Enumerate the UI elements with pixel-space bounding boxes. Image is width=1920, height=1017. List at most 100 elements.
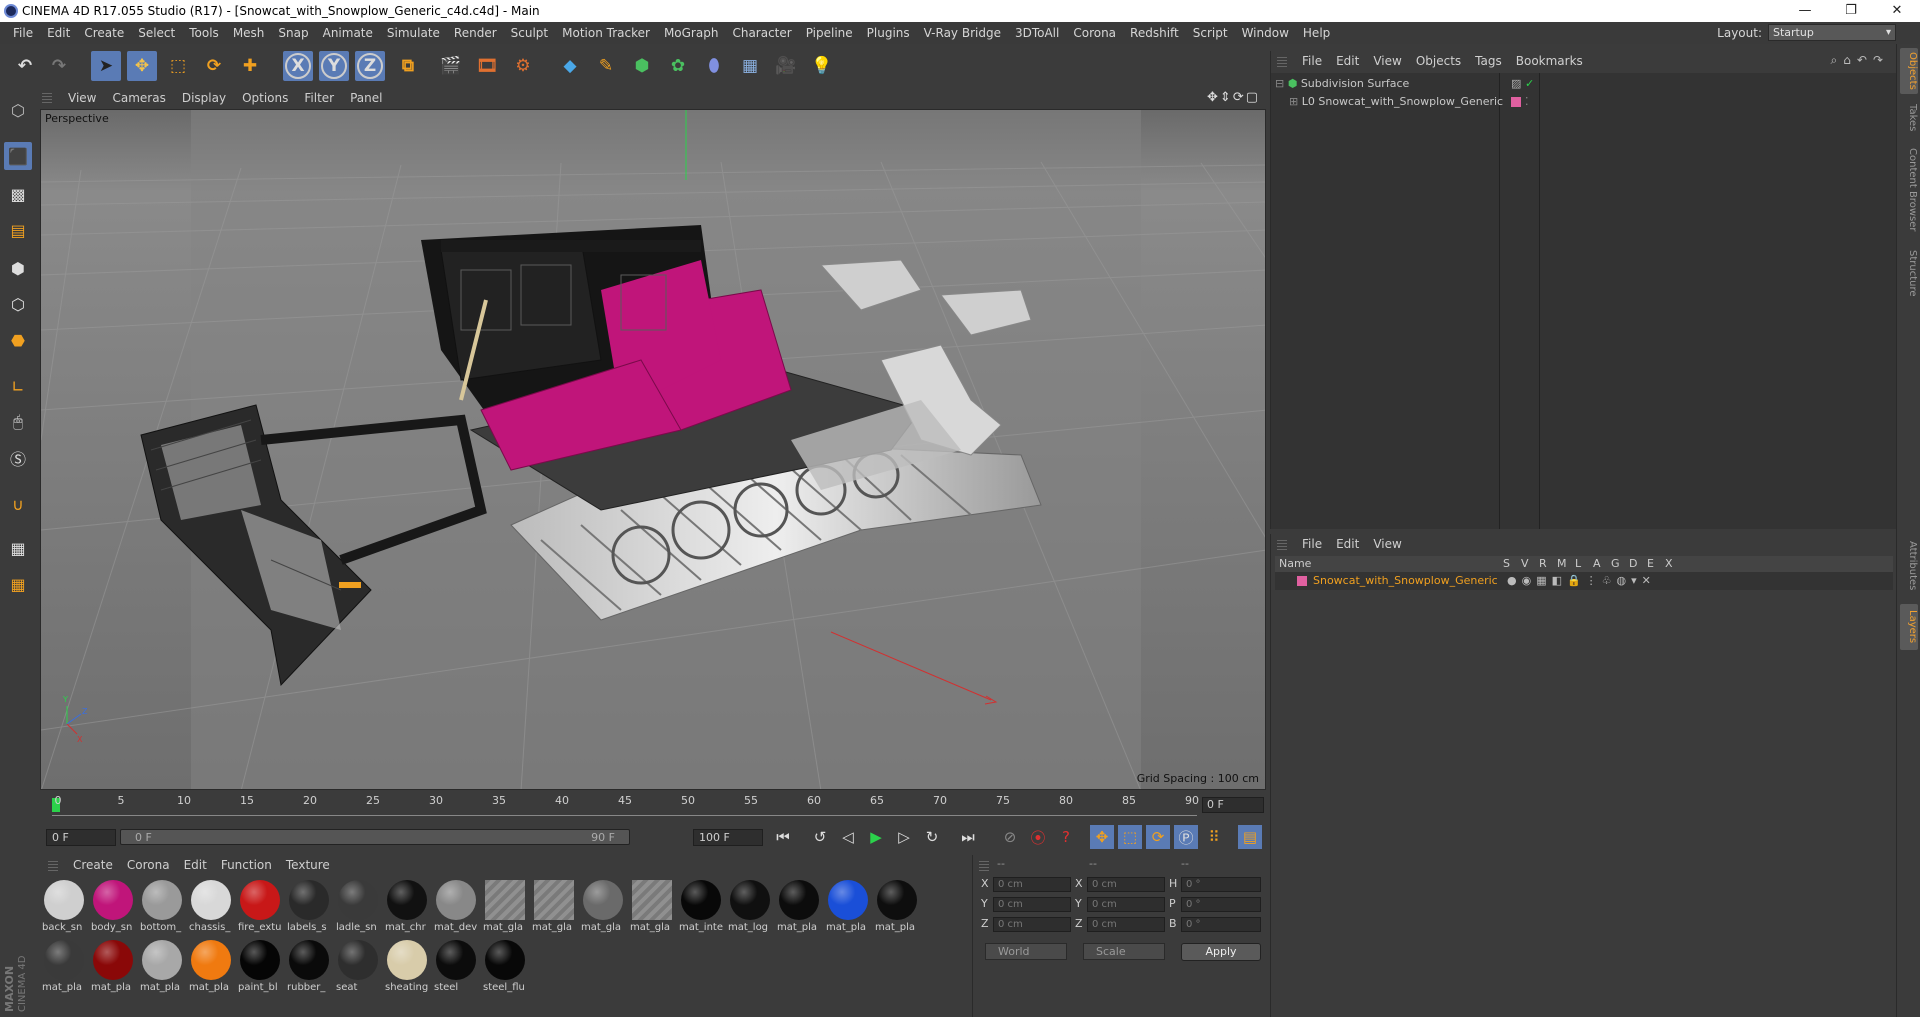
make-editable-icon[interactable]: ⬡ — [4, 96, 32, 124]
rotation-field[interactable]: 0 ° — [1181, 897, 1261, 912]
material-swatch[interactable]: paint_bl — [238, 938, 282, 998]
menu-file[interactable]: File — [6, 22, 40, 44]
material-swatch[interactable]: mat_gla — [630, 878, 674, 938]
menu-plugins[interactable]: Plugins — [860, 22, 917, 44]
tab-takes[interactable]: Takes — [1900, 100, 1918, 136]
material-swatch[interactable]: seat — [336, 938, 380, 998]
layer-column-header[interactable]: L — [1575, 556, 1581, 572]
coordinate-system-icon[interactable]: ⧉ — [393, 51, 423, 81]
material-menu-texture[interactable]: Texture — [279, 858, 337, 872]
render-view-icon[interactable]: 🎬 — [436, 51, 466, 81]
expand-icon[interactable]: ⊞ — [1289, 95, 1298, 108]
apply-button[interactable]: Apply — [1181, 943, 1261, 961]
layer-row[interactable]: Snowcat_with_Snowplow_Generic ●◉▦◧🔒⋮♧◍▾✕ — [1275, 572, 1893, 590]
menu-vray-bridge[interactable]: V-Ray Bridge — [917, 22, 1008, 44]
material-menu-corona[interactable]: Corona — [120, 858, 177, 872]
viewport-menu-panel[interactable]: Panel — [342, 91, 390, 105]
material-swatch[interactable]: mat_chr — [385, 878, 429, 938]
tab-attributes[interactable]: Attributes — [1900, 534, 1918, 598]
menu-character[interactable]: Character — [725, 22, 798, 44]
panel-grip-icon[interactable] — [42, 91, 52, 103]
material-swatch[interactable]: mat_pla — [91, 938, 135, 998]
layer-column-header[interactable]: G — [1611, 556, 1620, 572]
viewport-navigation-icons[interactable]: ✥⇕⟳▢ — [1207, 90, 1260, 105]
go-to-start-icon[interactable]: ⏮ — [771, 825, 795, 849]
position-key-icon[interactable]: ✥ — [1090, 825, 1114, 849]
layer-column-header[interactable]: X — [1665, 556, 1673, 572]
point-level-animation-icon[interactable]: ⠿ — [1202, 825, 1226, 849]
objects-menu-file[interactable]: File — [1295, 54, 1329, 68]
tab-objects[interactable]: Objects — [1900, 48, 1918, 94]
material-swatch[interactable]: bottom_ — [140, 878, 184, 938]
viewport-menu-cameras[interactable]: Cameras — [104, 91, 173, 105]
size-field[interactable]: 0 cm — [1087, 897, 1165, 912]
keyframe-selection-icon[interactable]: ? — [1054, 825, 1078, 849]
go-to-end-icon[interactable]: ⏭ — [956, 825, 980, 849]
light-icon[interactable]: 💡 — [807, 51, 837, 81]
render-settings-icon[interactable]: ⚙ — [508, 51, 538, 81]
workplane-lock-icon[interactable]: ▦ — [4, 534, 32, 562]
menu-script[interactable]: Script — [1186, 22, 1235, 44]
autokey-icon[interactable]: ⦿ — [1026, 825, 1050, 849]
tab-structure[interactable]: Structure — [1900, 244, 1918, 302]
menu-motion-tracker[interactable]: Motion Tracker — [555, 22, 657, 44]
timeline-window-icon[interactable]: ▤ — [1238, 825, 1262, 849]
mograph-cloner-icon[interactable]: ✿ — [663, 51, 693, 81]
layer-column-header[interactable]: A — [1593, 556, 1601, 572]
cube-primitive-icon[interactable]: ◆ — [555, 51, 585, 81]
close-button[interactable]: ✕ — [1874, 0, 1920, 22]
restore-button[interactable]: ❐ — [1828, 0, 1874, 22]
viewport-menu-options[interactable]: Options — [234, 91, 296, 105]
texture-mode-icon[interactable]: ▩ — [4, 180, 32, 208]
objects-menu-view[interactable]: View — [1366, 54, 1408, 68]
tab-layers[interactable]: Layers — [1900, 604, 1918, 650]
menu-simulate[interactable]: Simulate — [380, 22, 447, 44]
redo-icon[interactable]: ↷ — [44, 51, 74, 81]
z-axis-lock-button[interactable]: Z — [355, 51, 385, 81]
material-swatch[interactable]: chassis_ — [189, 878, 233, 938]
objects-menu-objects[interactable]: Objects — [1409, 54, 1468, 68]
material-swatch[interactable]: mat_pla — [140, 938, 184, 998]
menu-pipeline[interactable]: Pipeline — [799, 22, 860, 44]
layout-dropdown[interactable]: Startup — [1768, 24, 1896, 41]
layer-color-swatch[interactable] — [1297, 576, 1307, 586]
material-swatch[interactable]: labels_s — [287, 878, 331, 938]
material-swatch[interactable]: fire_extu — [238, 878, 282, 938]
material-swatch[interactable]: mat_inte — [679, 878, 723, 938]
live-selection-icon[interactable]: ✚ — [235, 51, 265, 81]
parameter-key-icon[interactable]: Ⓟ — [1174, 825, 1198, 849]
material-swatch[interactable]: ladle_sn — [336, 878, 380, 938]
material-swatch[interactable]: mat_pla — [777, 878, 821, 938]
position-field[interactable]: 0 cm — [993, 897, 1071, 912]
menu-help[interactable]: Help — [1296, 22, 1337, 44]
minimize-button[interactable]: — — [1782, 0, 1828, 22]
render-toggle-icon[interactable]: ▨ — [1511, 75, 1521, 93]
menu-tools[interactable]: Tools — [182, 22, 226, 44]
menu-snap[interactable]: Snap — [271, 22, 315, 44]
end-frame-field[interactable]: 100 F — [693, 829, 763, 846]
material-swatch[interactable]: steel_flu — [483, 938, 527, 998]
menu-redshift[interactable]: Redshift — [1123, 22, 1186, 44]
menu-create[interactable]: Create — [77, 22, 131, 44]
layer-column-header[interactable]: E — [1647, 556, 1654, 572]
camera-icon[interactable]: 🎥 — [771, 51, 801, 81]
layer-column-header[interactable]: V — [1521, 556, 1529, 572]
panel-grip-icon[interactable] — [48, 859, 58, 871]
current-frame-field[interactable]: 0 F — [1202, 797, 1264, 813]
magnet-icon[interactable]: ∪ — [4, 490, 32, 518]
deformer-icon[interactable]: ⬮ — [699, 51, 729, 81]
material-swatch[interactable]: mat_dev — [434, 878, 478, 938]
scale-tool-icon[interactable]: ⬚ — [163, 51, 193, 81]
size-field[interactable]: 0 cm — [1087, 877, 1165, 892]
material-swatch[interactable]: mat_gla — [483, 878, 527, 938]
menu-select[interactable]: Select — [131, 22, 182, 44]
material-menu-create[interactable]: Create — [66, 858, 120, 872]
layer-column-header[interactable]: S — [1503, 556, 1510, 572]
tree-row-subdivision-surface[interactable]: ⊟ ⬢ Subdivision Surface ▨ ✓ — [1275, 75, 1895, 93]
points-mode-icon[interactable]: ⬢ — [4, 254, 32, 282]
menu-render[interactable]: Render — [447, 22, 504, 44]
menu-mesh[interactable]: Mesh — [226, 22, 272, 44]
layers-menu-file[interactable]: File — [1295, 537, 1329, 551]
panel-grip-icon[interactable] — [979, 859, 989, 871]
render-picture-viewer-icon[interactable]: 🎞 — [472, 51, 502, 81]
